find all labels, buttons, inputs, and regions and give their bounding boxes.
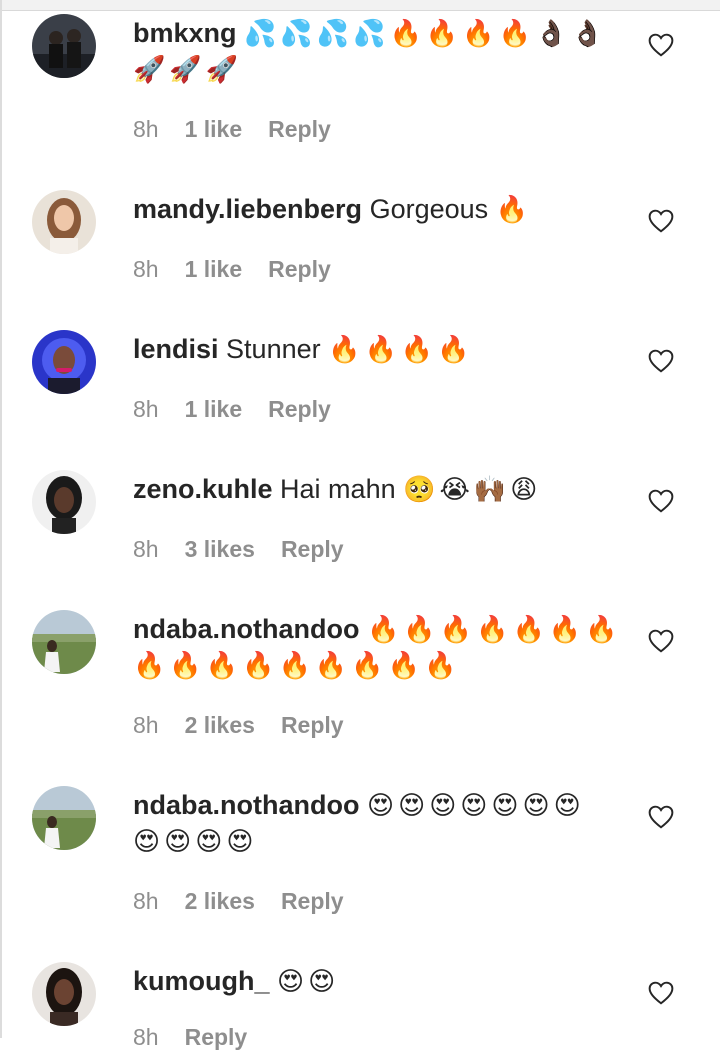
- comment-likes[interactable]: 2 likes: [185, 888, 255, 915]
- comment-emoji: 🥺😭🙌🏾😩: [403, 475, 542, 505]
- heart-outline-icon[interactable]: [648, 33, 674, 57]
- comment-likes[interactable]: 1 like: [185, 396, 243, 423]
- comment-emoji: 🔥🔥🔥🔥🔥🔥🔥🔥🔥: [133, 651, 461, 681]
- left-border: [0, 0, 2, 1038]
- comment-time: 8h: [133, 396, 159, 422]
- comment-username[interactable]: mandy.liebenberg: [133, 194, 362, 224]
- comment-meta: 8h 3 likes Reply: [133, 536, 344, 563]
- avatar[interactable]: [32, 962, 96, 1026]
- avatar[interactable]: [32, 786, 96, 850]
- comment-username[interactable]: lendisi: [133, 334, 219, 364]
- reply-button[interactable]: Reply: [268, 256, 331, 283]
- comment-body: ndaba.nothandoo 🔥🔥🔥🔥🔥🔥🔥 🔥🔥🔥🔥🔥🔥🔥🔥🔥: [133, 612, 633, 684]
- top-divider: [0, 0, 720, 11]
- comment-username[interactable]: bmkxng: [133, 18, 237, 48]
- comment-emoji: 🔥: [495, 195, 533, 225]
- comment-emoji: 🔥🔥🔥🔥: [328, 335, 474, 365]
- comment-emoji: 😍😍: [277, 967, 340, 997]
- avatar[interactable]: [32, 330, 96, 394]
- comment-time: 8h: [133, 712, 159, 738]
- comment-likes[interactable]: 1 like: [185, 256, 243, 283]
- comment-meta: 8h 2 likes Reply: [133, 712, 344, 739]
- heart-outline-icon[interactable]: [648, 489, 674, 513]
- heart-outline-icon[interactable]: [648, 805, 674, 829]
- comment-likes[interactable]: 1 like: [185, 116, 243, 143]
- heart-outline-icon[interactable]: [648, 981, 674, 1005]
- comment-likes[interactable]: 3 likes: [185, 536, 255, 563]
- comment-text: Gorgeous: [369, 194, 489, 224]
- heart-outline-icon[interactable]: [648, 209, 674, 233]
- comment-time: 8h: [133, 116, 159, 142]
- comment-body: ndaba.nothandoo 😍😍😍😍😍😍😍 😍😍😍😍: [133, 788, 633, 860]
- comment-body: bmkxng 💦💦💦💦🔥🔥🔥🔥👌🏿👌🏿 🚀🚀🚀: [133, 16, 633, 88]
- reply-button[interactable]: Reply: [281, 888, 344, 915]
- comment-emoji: 💦💦💦💦🔥🔥🔥🔥👌🏿👌🏿: [244, 19, 608, 49]
- comment-username[interactable]: ndaba.nothandoo: [133, 614, 359, 644]
- comment-emoji: 🚀🚀🚀: [133, 55, 243, 85]
- avatar[interactable]: [32, 470, 96, 534]
- comment-time: 8h: [133, 256, 159, 282]
- comment-likes[interactable]: 2 likes: [185, 712, 255, 739]
- avatar[interactable]: [32, 610, 96, 674]
- comment-meta: 8h 1 like Reply: [133, 256, 331, 283]
- comment-body: lendisi Stunner 🔥🔥🔥🔥: [133, 332, 633, 368]
- comment-emoji: 😍😍😍😍😍😍😍: [366, 791, 585, 821]
- comment-meta: 8h 1 like Reply: [133, 116, 331, 143]
- comment-emoji: 😍😍😍😍: [133, 827, 258, 857]
- reply-button[interactable]: Reply: [281, 536, 344, 563]
- avatar[interactable]: [32, 14, 96, 78]
- comment-username[interactable]: ndaba.nothandoo: [133, 790, 359, 820]
- comment-text: Stunner: [226, 334, 321, 364]
- reply-button[interactable]: Reply: [268, 116, 331, 143]
- comment-text: Hai mahn: [280, 474, 396, 504]
- comment-username[interactable]: kumough_: [133, 966, 270, 996]
- comment-time: 8h: [133, 536, 159, 562]
- reply-button[interactable]: Reply: [281, 712, 344, 739]
- comment-body: zeno.kuhle Hai mahn 🥺😭🙌🏾😩: [133, 472, 633, 508]
- heart-outline-icon[interactable]: [648, 629, 674, 653]
- comment-meta: 8h 1 like Reply: [133, 396, 331, 423]
- comment-emoji: 🔥🔥🔥🔥🔥🔥🔥: [366, 615, 622, 645]
- avatar[interactable]: [32, 190, 96, 254]
- heart-outline-icon[interactable]: [648, 349, 674, 373]
- comment-meta: 8h 2 likes Reply: [133, 888, 344, 915]
- comment-body: kumough_ 😍😍: [133, 964, 633, 1000]
- reply-button[interactable]: Reply: [268, 396, 331, 423]
- comment-username[interactable]: zeno.kuhle: [133, 474, 273, 504]
- comment-body: mandy.liebenberg Gorgeous 🔥: [133, 192, 633, 228]
- comment-time: 8h: [133, 888, 159, 914]
